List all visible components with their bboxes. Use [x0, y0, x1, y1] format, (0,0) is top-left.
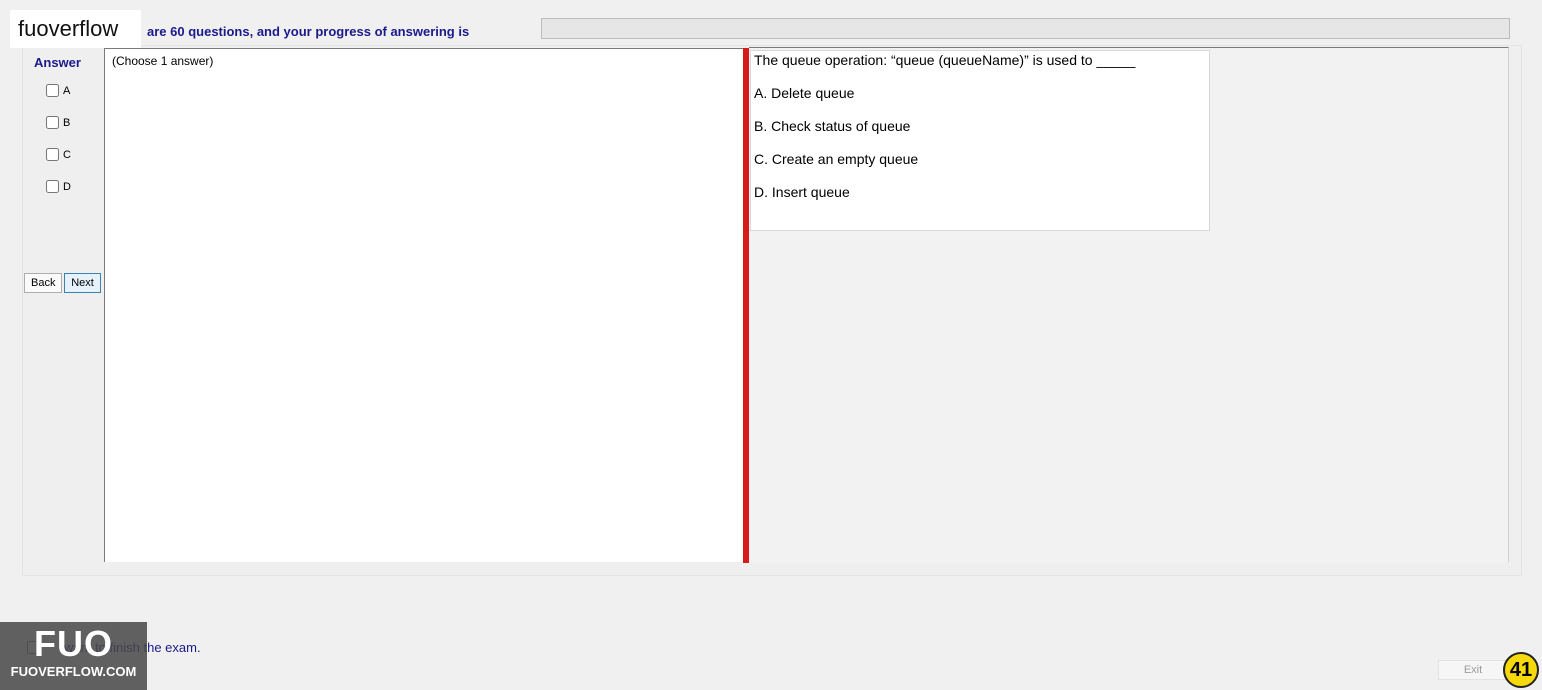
question-option-d: D. Insert queue [754, 184, 850, 200]
answer-checkbox-d[interactable] [46, 180, 59, 193]
answer-option-d[interactable]: D [46, 180, 71, 193]
answer-option-label: C [63, 148, 71, 161]
answer-option-b[interactable]: B [46, 116, 70, 129]
question-option-c: C. Create an empty queue [754, 151, 919, 167]
question-option-b: B. Check status of queue [754, 118, 911, 134]
progress-bar [541, 18, 1510, 39]
brand-tag: fuoverflow [10, 10, 141, 48]
answer-option-label: D [63, 180, 71, 193]
answer-option-label: A [63, 84, 71, 97]
answer-checkbox-c[interactable] [46, 148, 59, 161]
progress-text: are 60 questions, and your progress of a… [147, 24, 470, 39]
answer-option-c[interactable]: C [46, 148, 71, 161]
logo-text: FUOVERFLOW.COM [10, 664, 137, 679]
question-box [750, 50, 1210, 231]
answer-heading: Answer [34, 55, 81, 70]
answer-notes-pane [104, 48, 744, 562]
page-number-badge: 41 [1503, 652, 1539, 688]
choose-hint: (Choose 1 answer) [112, 54, 214, 68]
answer-checkbox-a[interactable] [46, 84, 59, 97]
fuoverflow-logo: FUO FUOVERFLOW.COM [0, 622, 147, 690]
back-button[interactable]: Back [24, 273, 62, 293]
question-option-a: A. Delete queue [754, 85, 855, 101]
exit-button[interactable]: Exit [1438, 660, 1508, 680]
answer-option-label: B [63, 116, 71, 129]
next-button[interactable]: Next [64, 273, 101, 293]
question-text: The queue operation: “queue (queueName)”… [754, 52, 1136, 68]
answer-option-a[interactable]: A [46, 84, 70, 97]
logo-mark: FUO [34, 623, 113, 664]
answer-checkbox-b[interactable] [46, 116, 59, 129]
